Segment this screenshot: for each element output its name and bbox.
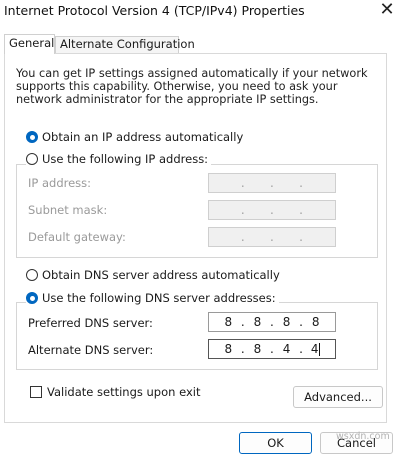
use-following-dns-radio[interactable]: Use the following DNS server addresses:: [26, 291, 279, 305]
watermark-text: wsxdn.com: [336, 431, 390, 442]
subnet-mask-field: ...: [208, 200, 336, 220]
use-following-dns-label: Use the following DNS server addresses:: [42, 291, 276, 305]
obtain-ip-auto-radio[interactable]: Obtain an IP address automatically: [26, 130, 243, 144]
ok-button[interactable]: OK: [239, 432, 312, 454]
close-icon[interactable]: ✕: [374, 0, 400, 22]
tab-general[interactable]: General: [4, 34, 55, 54]
description-text: You can get IP settings assigned automat…: [16, 67, 368, 106]
subnet-mask-label: Subnet mask:: [28, 203, 108, 217]
obtain-ip-auto-label: Obtain an IP address automatically: [42, 130, 244, 144]
ip-address-field: ...: [208, 173, 336, 193]
window-title: Internet Protocol Version 4 (TCP/IPv4) P…: [4, 3, 305, 18]
validate-settings-checkbox[interactable]: Validate settings upon exit: [30, 385, 200, 399]
default-gateway-label: Default gateway:: [28, 230, 126, 244]
title-bar: Internet Protocol Version 4 (TCP/IPv4) P…: [0, 0, 400, 22]
checkbox-unchecked-icon: [30, 386, 42, 398]
default-gateway-field: ...: [208, 227, 336, 247]
radio-unselected-icon: [26, 153, 38, 165]
obtain-dns-auto-label: Obtain DNS server address automatically: [42, 268, 280, 282]
radio-selected-icon: [26, 131, 38, 143]
alternate-dns-label: Alternate DNS server:: [28, 343, 154, 357]
use-following-ip-radio[interactable]: Use the following IP address:: [26, 152, 212, 166]
obtain-dns-auto-radio[interactable]: Obtain DNS server address automatically: [26, 268, 280, 282]
ip-address-label: IP address:: [28, 176, 92, 190]
text-caret: [319, 343, 321, 356]
radio-unselected-icon: [26, 269, 38, 281]
radio-selected-icon: [26, 292, 38, 304]
preferred-dns-field[interactable]: 8.8.8.8: [208, 312, 336, 332]
tab-alternate-configuration[interactable]: Alternate Configuration: [55, 36, 195, 53]
preferred-dns-label: Preferred DNS server:: [28, 316, 153, 330]
use-following-ip-label: Use the following IP address:: [42, 152, 209, 166]
alternate-dns-field[interactable]: 8.8.4.4: [208, 339, 336, 359]
validate-settings-label: Validate settings upon exit: [47, 385, 201, 399]
advanced-button[interactable]: Advanced...: [293, 386, 383, 408]
